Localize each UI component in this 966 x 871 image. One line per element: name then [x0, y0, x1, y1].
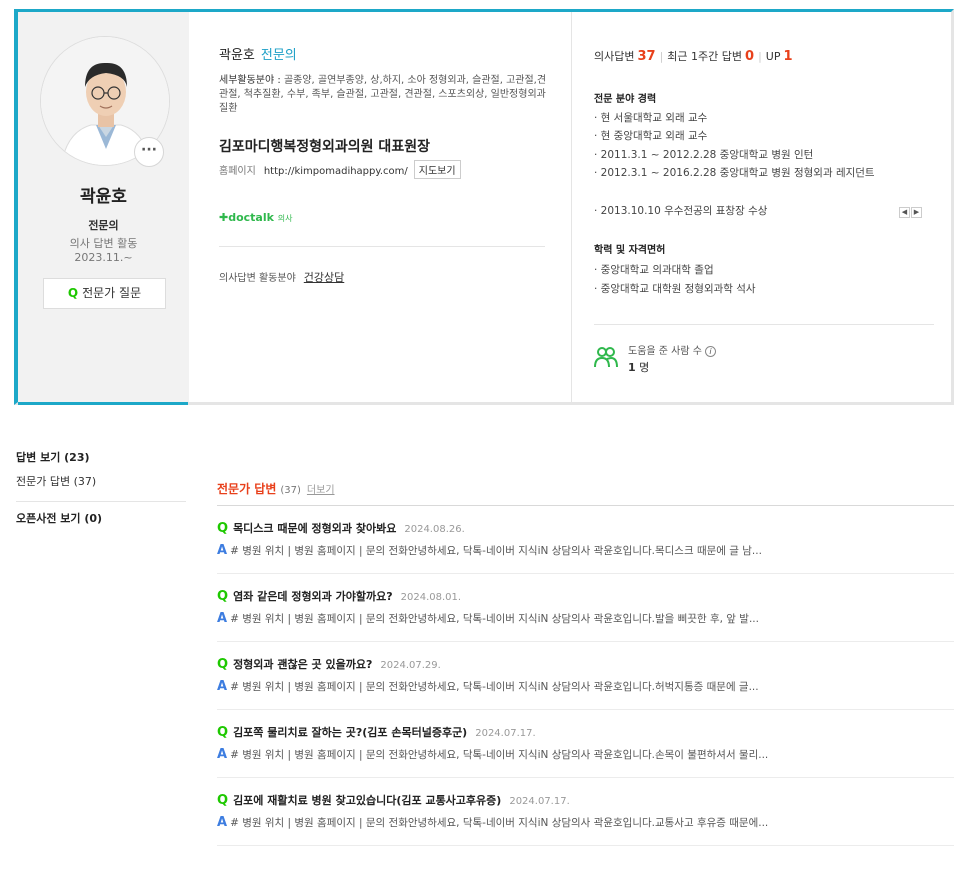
profile-left-panel: ··· 곽윤호 전문의 의사 답변 활동 2023.11.~ Q 전문가 질문: [18, 12, 189, 402]
answer-field-label: 의사답변 활동분야: [219, 273, 296, 284]
detail-fields: 세부활동분야 : 골종양, 골연부종양, 상,하지, 소아 정형외과, 슬관절,…: [219, 74, 549, 116]
answer-snippet[interactable]: # 병원 위치 | 병원 홈페이지 | 문의 전화안녕하세요, 닥톡-네이버 지…: [230, 681, 759, 693]
nav-answers[interactable]: 답변 보기 (23): [16, 449, 186, 465]
career-item: · 2013.10.10 우수전공의 표창장 수상: [594, 205, 768, 217]
question-title[interactable]: 김포에 재활치료 병원 찾고있습니다(김포 교통사고후유증): [233, 794, 501, 807]
question-date: 2024.07.17.: [475, 728, 536, 739]
question-icon: Q: [217, 589, 229, 604]
question-icon: Q: [217, 793, 229, 808]
answers-label: 의사답변: [594, 50, 635, 63]
answer-snippet[interactable]: # 병원 위치 | 병원 홈페이지 | 문의 전화안녕하세요, 닥톡-네이버 지…: [230, 613, 759, 625]
detail-label: 세부활동분야 :: [219, 75, 281, 86]
activity-since: 2023.11.~: [74, 251, 133, 264]
question-title[interactable]: 정형외과 괜찮은 곳 있을까요?: [233, 658, 372, 671]
answer-icon: A: [217, 543, 228, 558]
answer-icon: A: [217, 611, 228, 626]
ask-expert-button[interactable]: Q 전문가 질문: [43, 278, 166, 309]
question-date: 2024.08.01.: [400, 592, 462, 603]
more-link[interactable]: 더보기: [307, 485, 335, 496]
profile-name: 곽윤호: [80, 187, 127, 207]
divider: [16, 501, 186, 502]
list-item[interactable]: Q 목디스크 때문에 정형외과 찾아봐요 2024.08.26. A # 병원 위치 …: [217, 506, 954, 574]
career-title: 전문 분야 경력: [594, 94, 657, 105]
profile-right-panel: 의사답변 37 | 최근 1주간 답변 0 | UP 1 전문 분야 경력 · 현 서울대학교…: [571, 12, 952, 402]
helped-count-row: 1 명: [628, 359, 649, 375]
answer-icon: A: [217, 679, 228, 694]
answer-icon: A: [217, 815, 228, 830]
list-item[interactable]: Q 김포쪽 물리치료 잘하는 곳?(김포 손목터널증후군) 2024.07.17. …: [217, 710, 954, 778]
answer-stats: 의사답변 37 | 최근 1주간 답변 0 | UP 1: [594, 49, 793, 64]
side-nav: 답변 보기 (23) 전문가 답변 (37) 오픈사전 보기 (0): [16, 449, 186, 526]
list-title: 전문가 답변: [217, 482, 277, 496]
answer-snippet[interactable]: # 병원 위치 | 병원 홈페이지 | 문의 전화안녕하세요, 닥톡-네이버 지…: [230, 749, 768, 761]
up-label: UP: [765, 50, 781, 63]
question-title[interactable]: 목디스크 때문에 정형외과 찾아봐요: [233, 522, 396, 535]
homepage-link[interactable]: http://kimpomadihappy.com/: [264, 166, 408, 177]
profile-header: 곽윤호 전문의: [219, 44, 297, 63]
list-item[interactable]: Q 정형외과 괜찮은 곳 있을까요? 2024.07.29. A # 병원 위치 | …: [217, 642, 954, 710]
ask-expert-label: 전문가 질문: [82, 286, 142, 300]
recent-count: 0: [745, 49, 755, 64]
people-icon: [594, 347, 618, 368]
list-item[interactable]: Q 김포에 재활치료 병원 찾고있습니다(김포 교통사고후유증) 2024.07.1…: [217, 778, 954, 846]
specialist-badge: 전문의: [260, 48, 297, 63]
divider: [594, 324, 934, 325]
homepage-row: 홈페이지 http://kimpomadihappy.com/지도보기: [219, 160, 461, 179]
career-item: · 현 중앙대학교 외래 교수: [594, 130, 708, 142]
map-button[interactable]: 지도보기: [413, 160, 461, 179]
career-item: · 현 서울대학교 외래 교수: [594, 112, 708, 124]
nav-expert-answers[interactable]: 전문가 답변 (37): [16, 473, 186, 489]
recent-label: 최근 1주간 답변: [667, 50, 743, 63]
prev-icon[interactable]: ◀: [899, 207, 910, 218]
expert-answer-list: 전문가 답변 (37) 더보기 Q 목디스크 때문에 정형외과 찾아봐요 2024.08…: [217, 480, 954, 846]
list-count: (37): [280, 485, 301, 496]
career-item: · 2011.3.1 ~ 2012.2.28 중앙대학교 병원 인턴: [594, 149, 814, 161]
profile-middle-panel: 곽윤호 전문의 세부활동분야 : 골종양, 골연부종양, 상,하지, 소아 정형외…: [189, 12, 571, 402]
answer-field-row: 의사답변 활동분야 건강상담: [219, 269, 344, 285]
list-item[interactable]: Q 염좌 같은데 정형외과 가야할까요? 2024.08.01. A # 병원 위치 …: [217, 574, 954, 642]
question-date: 2024.08.26.: [404, 524, 465, 535]
education-title: 학력 및 자격면허: [594, 245, 666, 256]
education-item: · 중앙대학교 대학원 정형외과학 석사: [594, 283, 756, 295]
helped-count: 1: [628, 361, 636, 374]
career-pager: ◀ ▶: [898, 204, 922, 218]
divider: [219, 246, 545, 247]
question-icon: Q: [217, 657, 229, 672]
answer-field-link[interactable]: 건강상담: [304, 271, 344, 284]
doctalk-icon: ✚: [219, 211, 229, 224]
activity-info: 의사 답변 활동 2023.11.~: [18, 237, 189, 265]
question-title[interactable]: 염좌 같은데 정형외과 가야할까요?: [233, 590, 393, 603]
question-date: 2024.07.17.: [509, 796, 570, 807]
answer-icon: A: [217, 747, 228, 762]
question-icon: Q: [217, 521, 229, 536]
question-icon: Q: [217, 725, 229, 740]
profile-card: ··· 곽윤호 전문의 의사 답변 활동 2023.11.~ Q 전문가 질문 곽…: [14, 9, 954, 405]
list-header: 전문가 답변 (37) 더보기: [217, 480, 954, 506]
question-icon: Q: [67, 286, 79, 300]
nav-open-dictionary[interactable]: 오픈사전 보기 (0): [16, 510, 186, 526]
doctalk-logo: ✚doctalk 의사: [219, 211, 293, 224]
profile-more-button[interactable]: ···: [134, 137, 164, 167]
helped-label-row: 도움을 준 사람 수i: [628, 342, 716, 357]
info-icon[interactable]: i: [704, 346, 716, 357]
activity-label: 의사 답변 활동: [69, 237, 138, 250]
helped-unit: 명: [639, 361, 650, 374]
hospital-name: 김포마디행복정형외과의원 대표원장: [219, 139, 430, 155]
question-title[interactable]: 김포쪽 물리치료 잘하는 곳?(김포 손목터널증후군): [233, 726, 467, 739]
career-item: · 2012.3.1 ~ 2016.2.28 중앙대학교 병원 정형외과 레지던…: [594, 167, 875, 179]
next-icon[interactable]: ▶: [911, 207, 922, 218]
doctalk-text: doctalk: [228, 211, 274, 224]
homepage-label: 홈페이지: [219, 166, 256, 177]
doctalk-suffix: 의사: [277, 214, 293, 223]
profile-title: 전문의: [88, 219, 119, 232]
answer-snippet[interactable]: # 병원 위치 | 병원 홈페이지 | 문의 전화안녕하세요, 닥톡-네이버 지…: [230, 817, 768, 829]
up-count: 1: [783, 49, 793, 64]
answer-snippet[interactable]: # 병원 위치 | 병원 홈페이지 | 문의 전화안녕하세요, 닥톡-네이버 지…: [230, 545, 762, 557]
education-item: · 중앙대학교 의과대학 졸업: [594, 264, 714, 276]
question-date: 2024.07.29.: [380, 660, 441, 671]
doctor-name: 곽윤호: [219, 48, 255, 63]
helped-label: 도움을 준 사람 수: [628, 346, 702, 357]
answers-count: 37: [637, 49, 656, 64]
